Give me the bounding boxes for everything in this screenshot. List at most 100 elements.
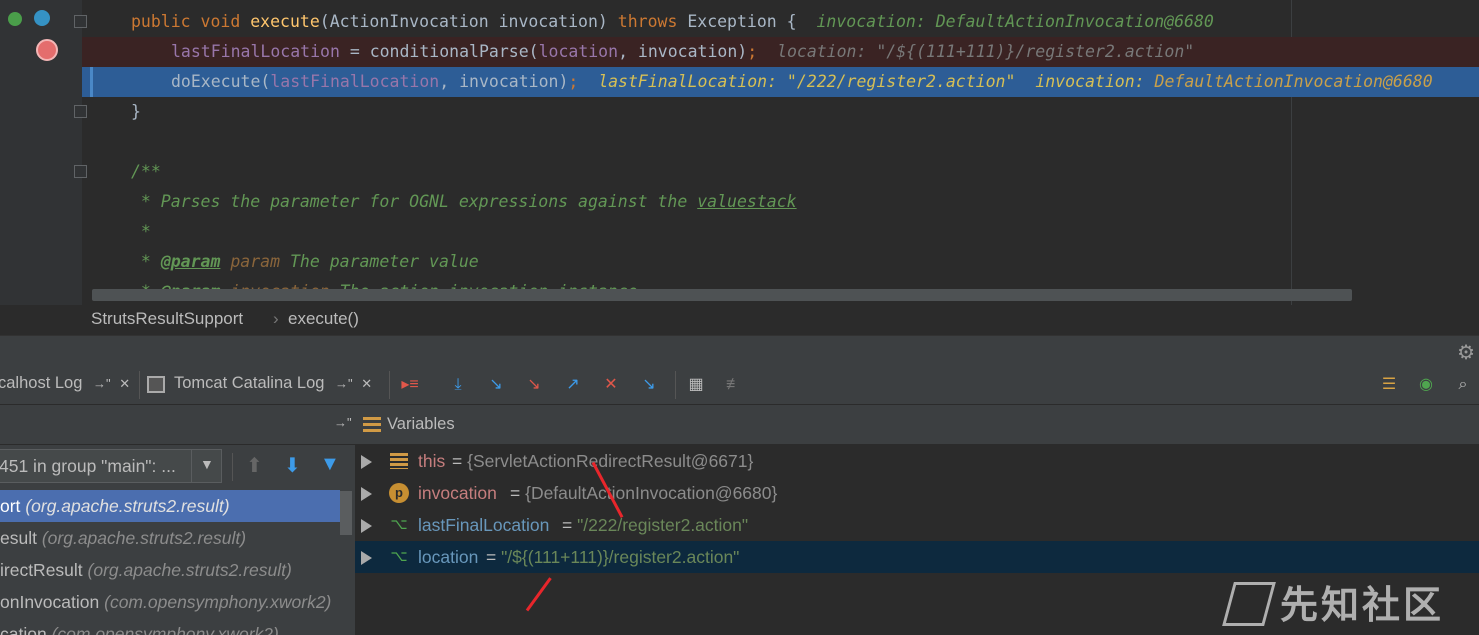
thread-label: 451 in group "main": ... xyxy=(0,456,176,476)
arrow-up-icon[interactable]: ⬆ xyxy=(246,453,263,478)
arrow-down-icon[interactable]: ⬇ xyxy=(284,453,301,478)
doc-comment: The parameter value xyxy=(280,252,479,271)
stack-frame[interactable]: ort (org.apache.struts2.result) xyxy=(0,490,340,522)
watch-icon: ⌥ xyxy=(390,516,408,533)
filter-icon[interactable]: ▼ xyxy=(320,453,340,476)
run-to-cursor-icon[interactable]: ↘ xyxy=(639,375,659,395)
tomcat-log-icon xyxy=(147,376,165,393)
stack-frame[interactable]: cation (com.opensymphony.xwork2) xyxy=(0,618,340,635)
watch-icon: ⌥ xyxy=(390,548,408,565)
thread-selector[interactable]: 451 in group "main": ... ▼ xyxy=(0,449,222,483)
step-out-icon[interactable]: ↗ xyxy=(563,375,583,395)
code-text: doExecute( xyxy=(171,72,271,91)
inline-debug-hint: lastFinalLocation: "/222/register2.actio… xyxy=(598,72,1016,91)
doc-comment: * Parses the parameter for OGNL expressi… xyxy=(131,192,698,211)
step-into-icon[interactable]: ↘ xyxy=(486,375,506,395)
expand-triangle-icon[interactable] xyxy=(361,519,372,533)
doc-comment-link: valuestack xyxy=(697,192,797,211)
inline-debug-hint: invocation: DefaultActionInvocation@6680 xyxy=(816,12,1214,31)
frame-package: (org.apache.struts2.result) xyxy=(87,560,292,580)
breakpoint-line[interactable]: lastFinalLocation = conditionalParse(loc… xyxy=(82,37,1479,67)
frame-name: cation xyxy=(0,624,47,635)
semicolon: ; xyxy=(568,72,579,91)
parameter-icon: p xyxy=(389,483,409,503)
expand-triangle-icon[interactable] xyxy=(361,455,372,469)
close-icon[interactable]: ✕ xyxy=(361,376,372,391)
close-icon[interactable]: ✕ xyxy=(119,376,130,391)
memory-view-icon[interactable]: ◉ xyxy=(1416,375,1436,395)
trace-current-stream-icon[interactable]: ≢ xyxy=(724,375,744,395)
breadcrumb-method[interactable]: execute() xyxy=(288,309,359,329)
step-over-icon[interactable]: ⤓ xyxy=(448,375,468,395)
show-execution-point-icon[interactable]: ▸≡ xyxy=(400,375,420,395)
frame-package: (org.apache.struts2.result) xyxy=(41,528,247,548)
tab-localhost-log[interactable]: calhost Log →" ✕ xyxy=(0,374,130,393)
variables-header: Variables xyxy=(355,405,1479,445)
code-editor[interactable]: public void execute(ActionInvocation inv… xyxy=(0,0,1479,305)
frame-name: ort xyxy=(0,496,21,516)
tab-label: calhost Log xyxy=(0,374,83,392)
divider xyxy=(191,450,192,482)
field-icon xyxy=(389,451,409,471)
code-line[interactable]: public void execute(ActionInvocation inv… xyxy=(82,7,1479,37)
expand-triangle-icon[interactable] xyxy=(361,551,372,565)
variable-name: invocation xyxy=(418,483,497,503)
breadcrumb: StrutsResultSupport › execute() xyxy=(0,305,1479,335)
pin-tab-icon[interactable]: →" xyxy=(334,415,352,430)
frames-panel: 451 in group "main": ... ▼ ⬆ ⬇ ▼ ort (or… xyxy=(0,445,355,635)
doc-comment: * xyxy=(131,222,151,241)
doc-comment: * xyxy=(131,252,161,271)
breakpoint-icon[interactable] xyxy=(36,39,58,61)
code-text: , invocation) xyxy=(618,42,748,61)
overrides-icon[interactable] xyxy=(34,10,50,26)
code-line[interactable]: * Parses the parameter for OGNL expressi… xyxy=(82,187,1479,217)
variable-value: "/222/register2.action" xyxy=(577,515,749,535)
gear-icon[interactable]: ⚙ xyxy=(1457,340,1475,364)
method-name: execute xyxy=(250,12,320,31)
variable-value: {DefaultActionInvocation@6680} xyxy=(525,483,778,503)
variable-row[interactable]: this = {ServletActionRedirectResult@6671… xyxy=(355,445,1479,477)
code-text: = conditionalParse( xyxy=(339,42,539,61)
evaluate-expression-icon[interactable]: ▦ xyxy=(686,375,706,395)
force-step-into-icon[interactable]: ↘ xyxy=(524,375,544,395)
pin-tab-icon[interactable]: →" xyxy=(335,376,353,391)
variable-row[interactable]: p invocation = {DefaultActionInvocation@… xyxy=(355,477,1479,509)
editor-gutter[interactable] xyxy=(0,0,87,305)
pin-tab-icon[interactable]: →" xyxy=(93,376,111,391)
implements-icon[interactable] xyxy=(8,12,22,26)
code-line[interactable]: * xyxy=(82,217,1479,247)
drop-frame-icon[interactable]: ✕ xyxy=(601,375,621,395)
code-line[interactable]: /** xyxy=(82,157,1479,187)
code-line[interactable]: * @param param The parameter value xyxy=(82,247,1479,277)
stack-frame[interactable]: esult (org.apache.struts2.result) xyxy=(0,522,340,554)
variable-equals: = xyxy=(562,515,578,535)
doc-comment: /** xyxy=(131,162,161,181)
variable-row[interactable]: ⌥ location = "/${(111+111)}/register2.ac… xyxy=(355,541,1479,573)
execution-point-line[interactable]: doExecute(lastFinalLocation, invocation)… xyxy=(82,67,1479,97)
breadcrumb-class[interactable]: StrutsResultSupport xyxy=(91,309,243,329)
breadcrumb-separator: › xyxy=(273,309,279,328)
semicolon: ; xyxy=(747,42,758,61)
frame-name: irectResult xyxy=(0,560,83,580)
stack-frame[interactable]: onInvocation (com.opensymphony.xwork2) xyxy=(0,586,340,618)
variables-title: Variables xyxy=(387,415,455,433)
code-line[interactable]: } xyxy=(82,97,1479,127)
threads-icon[interactable]: ⌕ xyxy=(1453,375,1473,395)
tab-tomcat-catalina-log[interactable]: Tomcat Catalina Log →" ✕ xyxy=(174,374,372,393)
stack-frame[interactable]: irectResult (org.apache.struts2.result) xyxy=(0,554,340,586)
horizontal-scrollbar[interactable] xyxy=(92,289,1352,301)
divider xyxy=(389,371,390,399)
expand-triangle-icon[interactable] xyxy=(361,487,372,501)
chevron-down-icon[interactable]: ▼ xyxy=(200,456,214,472)
field-name: location xyxy=(538,42,619,61)
watermark: 先知社区 xyxy=(1222,574,1479,635)
vertical-scrollbar[interactable] xyxy=(340,491,352,535)
variable-equals: = xyxy=(486,547,502,567)
watermark-text: 先知社区 xyxy=(1280,583,1445,627)
frames-header: →" xyxy=(0,405,355,445)
divider xyxy=(232,453,233,481)
variable-row[interactable]: ⌥ lastFinalLocation = "/222/register2.ac… xyxy=(355,509,1479,541)
restore-layout-icon[interactable]: ☰ xyxy=(1379,375,1399,395)
javadoc-arg: param xyxy=(220,252,281,271)
variable-equals: = xyxy=(510,483,526,503)
